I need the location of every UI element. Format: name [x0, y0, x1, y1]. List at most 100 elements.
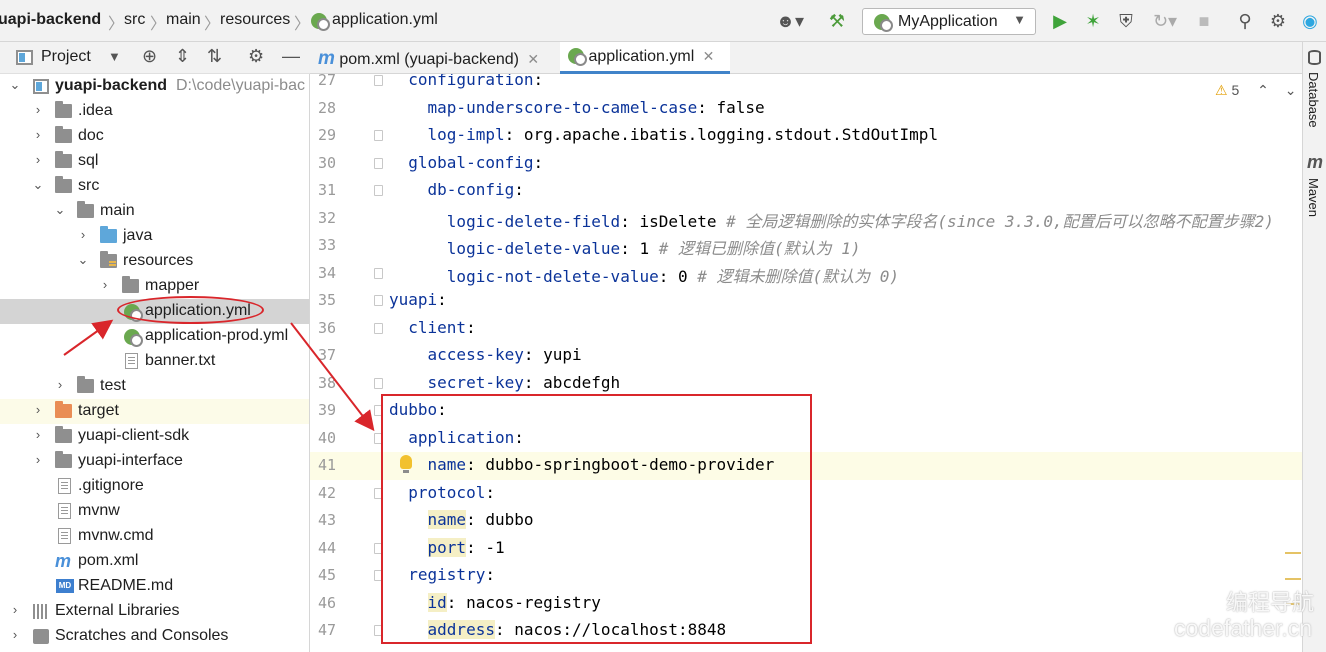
- line-number[interactable]: 29: [310, 126, 336, 144]
- code-line[interactable]: 33 logic-delete-value: 1 # 逻辑已删除值(默认为 1): [310, 232, 1302, 260]
- maven-tool-button[interactable]: Maven: [1306, 178, 1321, 217]
- chevron-right-icon[interactable]: ›: [31, 152, 45, 167]
- tree-item[interactable]: › target: [0, 399, 309, 424]
- breadcrumb-project[interactable]: uapi-backend: [0, 11, 101, 29]
- tree-item[interactable]: mvnw: [0, 499, 309, 524]
- line-number[interactable]: 38: [310, 374, 336, 392]
- chevron-right-icon[interactable]: ›: [76, 227, 90, 242]
- code-line[interactable]: 37 access-key: yupi: [310, 342, 1302, 370]
- chevron-right-icon[interactable]: ›: [8, 627, 22, 642]
- line-number[interactable]: 41: [310, 456, 336, 474]
- breadcrumb-main[interactable]: main: [166, 11, 201, 29]
- tree-item[interactable]: .gitignore: [0, 474, 309, 499]
- tree-item[interactable]: application-prod.yml: [0, 324, 309, 349]
- code-line[interactable]: 30 global-config:: [310, 150, 1302, 178]
- chevron-down-icon[interactable]: ⌄: [31, 177, 45, 193]
- fold-marker-icon[interactable]: [374, 157, 383, 169]
- chevron-right-icon[interactable]: ›: [53, 377, 67, 392]
- coverage-icon[interactable]: ⛨: [1114, 9, 1138, 33]
- line-number[interactable]: 44: [310, 539, 336, 557]
- tree-item[interactable]: › .idea: [0, 99, 309, 124]
- breadcrumb-src[interactable]: src: [124, 11, 145, 29]
- tree-item[interactable]: MD README.md: [0, 574, 309, 599]
- chevron-down-icon[interactable]: ⌄: [53, 202, 67, 218]
- code-line[interactable]: 34 logic-not-delete-value: 0 # 逻辑未删除值(默认…: [310, 260, 1302, 288]
- fold-marker-icon[interactable]: [374, 267, 383, 279]
- fold-marker-icon[interactable]: [374, 130, 383, 141]
- line-number[interactable]: 47: [310, 621, 336, 639]
- tree-item[interactable]: banner.txt: [0, 349, 309, 374]
- tab-pom-xml[interactable]: m pom.xml (yuapi-backend) ✕: [318, 42, 558, 74]
- tree-item[interactable]: ⌄ main: [0, 199, 309, 224]
- line-number[interactable]: 31: [310, 181, 336, 199]
- tree-item[interactable]: › sql: [0, 149, 309, 174]
- line-number[interactable]: 32: [310, 209, 336, 227]
- gear-icon[interactable]: ⚙: [248, 46, 264, 67]
- chevron-right-icon[interactable]: ›: [31, 402, 45, 417]
- expand-all-icon[interactable]: ⇕: [175, 46, 190, 67]
- tree-item[interactable]: ⌄ resources: [0, 249, 309, 274]
- database-tool-button[interactable]: Database: [1306, 72, 1321, 128]
- fold-marker-icon[interactable]: [374, 295, 383, 306]
- tree-item[interactable]: › test: [0, 374, 309, 399]
- code-line[interactable]: 27 configuration:: [310, 74, 1302, 95]
- chevron-right-icon[interactable]: ›: [8, 602, 22, 617]
- chevron-right-icon[interactable]: ›: [31, 427, 45, 442]
- line-number[interactable]: 36: [310, 319, 336, 337]
- warning-stripe-marker[interactable]: [1285, 578, 1301, 580]
- locate-file-icon[interactable]: ⊕: [142, 46, 157, 67]
- line-number[interactable]: 33: [310, 236, 336, 254]
- tree-item[interactable]: › Scratches and Consoles: [0, 624, 309, 649]
- code-line[interactable]: 36 client:: [310, 315, 1302, 343]
- inspection-widget[interactable]: ⚠ 5 ⌃ ⌄: [1215, 82, 1297, 99]
- profile-icon[interactable]: ↻▾: [1145, 9, 1185, 33]
- line-number[interactable]: 27: [310, 74, 336, 89]
- tree-item[interactable]: m pom.xml: [0, 549, 309, 574]
- chevron-up-icon[interactable]: ⌃: [1257, 82, 1269, 98]
- jetbrains-logo-icon[interactable]: ◉: [1298, 9, 1322, 33]
- fold-marker-icon[interactable]: [374, 322, 383, 334]
- breadcrumb-resources[interactable]: resources: [220, 11, 290, 29]
- vcs-user-icon[interactable]: ☻▾: [772, 9, 808, 33]
- run-icon[interactable]: ▶: [1049, 9, 1071, 33]
- code-line[interactable]: 38 secret-key: abcdefgh: [310, 370, 1302, 398]
- line-number[interactable]: 39: [310, 401, 336, 419]
- line-number[interactable]: 43: [310, 511, 336, 529]
- search-icon[interactable]: ⚲: [1233, 9, 1257, 33]
- collapse-all-icon[interactable]: ⇅: [207, 46, 222, 67]
- close-icon[interactable]: ✕: [523, 51, 539, 67]
- code-line[interactable]: 28 map-underscore-to-camel-case: false: [310, 95, 1302, 123]
- chevron-down-icon[interactable]: ⌄: [1285, 82, 1297, 98]
- tree-item[interactable]: ⌄ yuapi-backend D:\code\yuapi-bac: [0, 74, 309, 99]
- chevron-down-icon[interactable]: ⌄: [8, 77, 22, 93]
- fold-marker-icon[interactable]: [374, 377, 383, 389]
- debug-bug-icon[interactable]: ✶: [1081, 9, 1105, 33]
- chevron-right-icon[interactable]: ›: [31, 127, 45, 142]
- fold-marker-icon[interactable]: [374, 185, 383, 196]
- line-number[interactable]: 37: [310, 346, 336, 364]
- chevron-down-icon[interactable]: ▼: [108, 49, 121, 64]
- run-configuration-selector[interactable]: MyApplication ▼: [862, 8, 1036, 35]
- line-number[interactable]: 30: [310, 154, 336, 172]
- tree-item[interactable]: › doc: [0, 124, 309, 149]
- line-number[interactable]: 35: [310, 291, 336, 309]
- stop-icon[interactable]: ■: [1194, 9, 1214, 33]
- line-number[interactable]: 46: [310, 594, 336, 612]
- chevron-right-icon[interactable]: ›: [31, 452, 45, 467]
- line-number[interactable]: 34: [310, 264, 336, 282]
- breadcrumb-file[interactable]: application.yml: [332, 11, 438, 29]
- tree-item[interactable]: › yuapi-client-sdk: [0, 424, 309, 449]
- code-line[interactable]: 31 db-config:: [310, 177, 1302, 205]
- hide-panel-icon[interactable]: —: [282, 46, 300, 67]
- project-panel-title[interactable]: Project: [41, 48, 91, 66]
- fold-marker-icon[interactable]: [374, 75, 383, 86]
- build-hammer-icon[interactable]: ⚒: [824, 9, 850, 33]
- gear-icon[interactable]: ⚙: [1266, 9, 1290, 33]
- line-number[interactable]: 42: [310, 484, 336, 502]
- close-icon[interactable]: ✕: [699, 48, 715, 64]
- warning-stripe-marker[interactable]: [1285, 552, 1301, 554]
- code-line[interactable]: 32 logic-delete-field: isDelete # 全局逻辑删除…: [310, 205, 1302, 233]
- line-number[interactable]: 45: [310, 566, 336, 584]
- tree-item[interactable]: mvnw.cmd: [0, 524, 309, 549]
- code-line[interactable]: 29 log-impl: org.apache.ibatis.logging.s…: [310, 122, 1302, 150]
